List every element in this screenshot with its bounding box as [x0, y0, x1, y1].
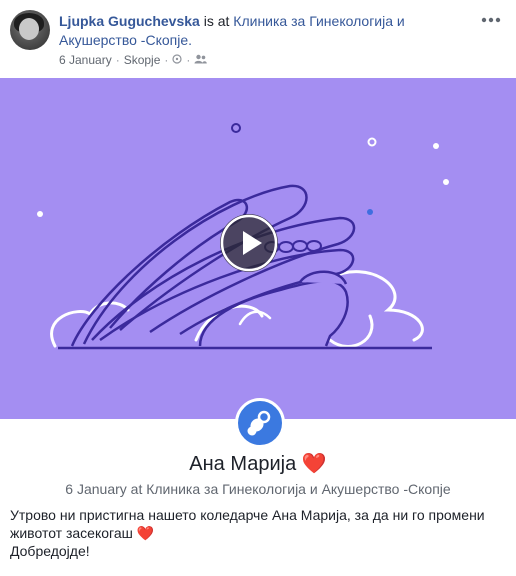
location-pin-icon	[172, 53, 183, 67]
avatar[interactable]	[10, 10, 50, 50]
post-card: Ljupka Guguchevska is at Клиника за Гине…	[0, 0, 516, 576]
post-header: Ljupka Guguchevska is at Клиника за Гине…	[0, 0, 516, 76]
pacifier-icon	[235, 398, 285, 448]
life-event-subtitle: 6 January at Клиника за Гинекологија и А…	[65, 481, 451, 497]
life-event-title[interactable]: Ана Марија ❤️	[0, 451, 516, 477]
author-name[interactable]: Ljupka Guguchevska	[59, 13, 200, 29]
post-text-line-3: Добредојде!	[10, 543, 90, 559]
post-body-text: Утрово ни пристигна нашето коледарче Ана…	[10, 506, 506, 560]
meta-separator: ·	[115, 53, 120, 67]
post-action: is at	[199, 13, 234, 29]
post-location[interactable]: Skopje	[124, 53, 161, 67]
friends-icon[interactable]	[194, 53, 208, 67]
life-event-name: Ана Марија	[189, 453, 297, 475]
meta-separator: ·	[186, 53, 191, 67]
more-options-icon[interactable]	[480, 12, 502, 28]
post-date[interactable]: 6 January	[59, 53, 112, 67]
post-text-line-2: животот засекогаш ❤️	[10, 524, 506, 542]
post-text-line-2-words: животот засекогаш	[10, 525, 133, 541]
post-title-line: Ljupka Guguchevska is at Клиника за Гине…	[59, 12, 469, 50]
post-text-line-1: Утрово ни пристигна нашето коледарче Ана…	[10, 507, 485, 523]
heart-emoji: ❤️	[301, 453, 327, 475]
post-meta: 6 January · Skopje · ·	[59, 52, 208, 68]
meta-separator: ·	[164, 53, 169, 67]
video-player[interactable]	[0, 78, 516, 419]
play-icon[interactable]	[220, 214, 278, 272]
avatar-face	[19, 18, 39, 40]
heart-emoji: ❤️	[136, 525, 155, 541]
